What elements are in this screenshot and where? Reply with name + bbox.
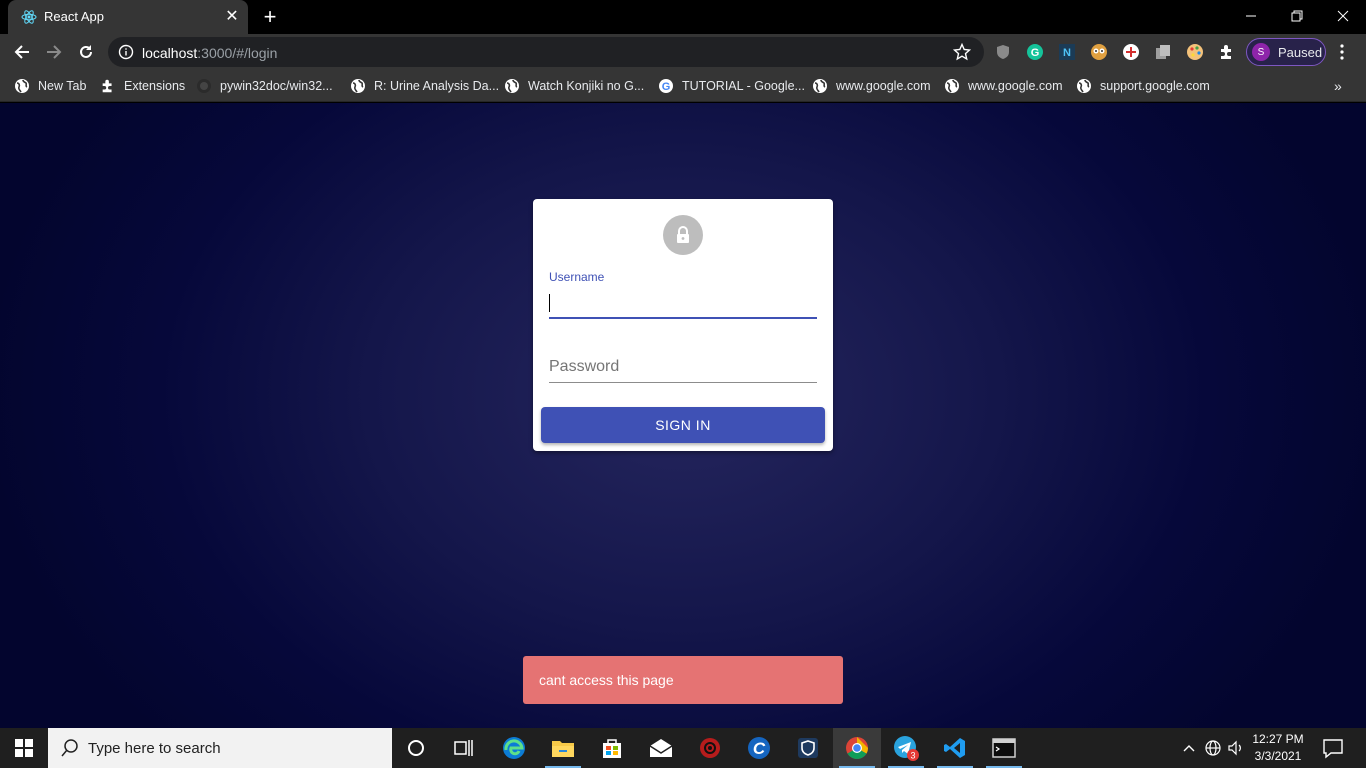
vpn-shield-icon[interactable] (784, 728, 832, 768)
windows-taskbar: Type here to search C 3 12:27 PM 3/3/202… (0, 728, 1366, 768)
restore-icon[interactable] (1274, 0, 1320, 32)
globe-icon (812, 78, 828, 94)
n-extension-icon[interactable]: N (1057, 42, 1077, 62)
bookmark-item[interactable]: New Tab (14, 77, 86, 95)
bookmarks-bar: New Tab Extensions pywin32doc/win32... R… (0, 70, 1366, 102)
github-icon (196, 78, 212, 94)
ccleaner-icon[interactable]: C (735, 728, 783, 768)
close-window-icon[interactable] (1320, 0, 1366, 32)
avatar: S (1252, 43, 1270, 61)
site-info-icon[interactable] (118, 44, 134, 60)
password-input[interactable]: Password (549, 355, 817, 383)
shield-extension-icon[interactable] (993, 42, 1013, 62)
svg-text:N: N (1063, 47, 1071, 59)
globe-icon (350, 78, 366, 94)
windows-start-icon[interactable] (0, 728, 48, 768)
chrome-icon[interactable] (833, 728, 881, 768)
password-placeholder: Password (549, 358, 620, 375)
owl-extension-icon[interactable] (1089, 42, 1109, 62)
globe-icon (1076, 78, 1092, 94)
profile-button[interactable]: S Paused (1246, 38, 1326, 66)
tab-close-icon[interactable]: ✕ (222, 6, 242, 26)
mail-icon[interactable] (637, 728, 685, 768)
microsoft-store-icon[interactable] (588, 728, 636, 768)
more-bookmarks-chevron-icon[interactable]: » (1334, 78, 1342, 94)
username-label: Username (549, 270, 605, 284)
svg-text:C: C (753, 739, 766, 758)
browser-tab[interactable]: React App ✕ (8, 0, 248, 34)
search-icon (60, 738, 80, 758)
vscode-icon[interactable] (931, 728, 979, 768)
clock-time: 12:27 PM (1252, 732, 1304, 746)
bookmark-item[interactable]: R: Urine Analysis Da... (350, 77, 499, 95)
address-bar[interactable]: localhost:3000/#/login (108, 37, 984, 67)
taskbar-search-input[interactable]: Type here to search (48, 728, 392, 768)
bookmark-item[interactable]: Watch Konjiki no G... (504, 77, 644, 95)
minimize-icon[interactable] (1228, 0, 1274, 32)
edge-browser-icon[interactable] (490, 728, 538, 768)
sign-in-button[interactable]: SIGN IN (541, 407, 825, 443)
copy-extension-icon[interactable] (1153, 42, 1173, 62)
network-globe-icon[interactable] (1203, 738, 1223, 758)
clock-date: 3/3/2021 (1254, 749, 1302, 763)
svg-text:G: G (1031, 47, 1040, 59)
volume-icon[interactable] (1226, 738, 1246, 758)
profile-status: Paused (1278, 45, 1323, 60)
forward-arrow-icon[interactable] (40, 38, 68, 66)
react-logo-icon (21, 9, 37, 25)
kebab-menu-icon[interactable] (1334, 40, 1350, 64)
bookmark-item[interactable]: pywin32doc/win32... (196, 77, 333, 95)
task-view-icon[interactable] (440, 728, 488, 768)
login-card: Username Password SIGN IN (533, 199, 833, 451)
back-arrow-icon[interactable] (8, 38, 36, 66)
username-input[interactable] (549, 289, 817, 319)
bookmark-item[interactable]: Extensions (100, 77, 185, 95)
svg-text:3: 3 (910, 751, 915, 761)
error-snackbar: cant access this page (523, 656, 843, 704)
puzzle-icon (100, 78, 116, 94)
lock-icon (663, 215, 703, 255)
text-caret (549, 294, 550, 312)
bookmark-item[interactable]: support.google.com (1076, 77, 1210, 95)
terminal-icon[interactable] (980, 728, 1028, 768)
extensions-puzzle-icon[interactable] (1217, 42, 1237, 62)
url-text: localhost:3000/#/login (142, 45, 278, 61)
page-background: Username Password SIGN IN cant access th… (0, 103, 1366, 728)
tab-strip: React App ✕ + (0, 0, 1366, 34)
bookmark-item[interactable]: G TUTORIAL - Google... (658, 77, 805, 95)
globe-icon (14, 78, 30, 94)
google-icon: G (658, 78, 674, 94)
telegram-icon[interactable]: 3 (882, 728, 930, 768)
tab-title: React App (44, 9, 104, 24)
new-tab-button[interactable]: + (258, 4, 282, 29)
globe-icon (504, 78, 520, 94)
chevron-up-icon[interactable] (1179, 738, 1199, 758)
plus-circle-extension-icon[interactable] (1121, 42, 1141, 62)
palette-extension-icon[interactable] (1185, 42, 1205, 62)
browser-toolbar: localhost:3000/#/login G N S Paused (0, 34, 1366, 70)
grammarly-icon[interactable]: G (1025, 42, 1045, 62)
bookmark-star-icon[interactable] (952, 42, 972, 61)
file-explorer-icon[interactable] (539, 728, 587, 768)
cortana-icon[interactable] (392, 728, 440, 768)
notification-center-icon[interactable] (1322, 737, 1344, 759)
svg-text:G: G (662, 81, 671, 93)
snackbar-message: cant access this page (539, 672, 674, 688)
bookmark-item[interactable]: www.google.com (944, 77, 1063, 95)
bookmark-item[interactable]: www.google.com (812, 77, 931, 95)
system-clock[interactable]: 12:27 PM 3/3/2021 (1250, 731, 1306, 765)
antivirus-app-icon[interactable] (686, 728, 734, 768)
globe-icon (944, 78, 960, 94)
reload-icon[interactable] (72, 38, 100, 66)
